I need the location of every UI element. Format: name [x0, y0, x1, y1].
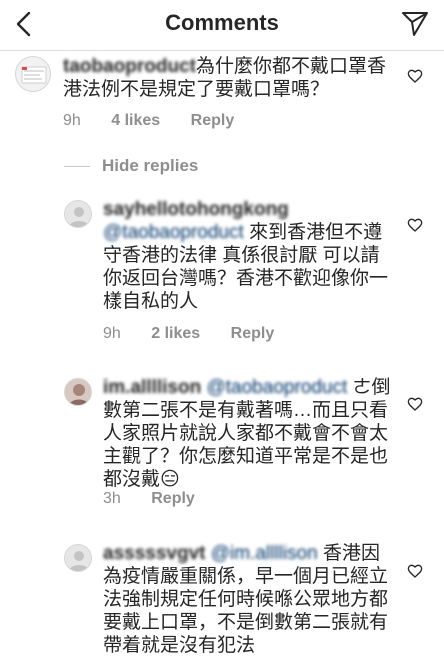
page-title: Comments [165, 10, 279, 35]
comment-meta: 9h 4 likes Reply [63, 112, 260, 130]
reply-username[interactable]: im.allllison [103, 377, 201, 398]
reply-username[interactable]: sayhellotohongkong [103, 199, 289, 220]
likes-count[interactable]: 2 likes [151, 325, 200, 342]
divider-line [64, 166, 90, 168]
reply-text: im.allllison @taobaoproduct ㄜ倒數第二張不是有戴著嗎… [103, 376, 393, 491]
heart-outline-icon[interactable] [407, 396, 423, 412]
comment-username[interactable]: taobaoproduct [63, 56, 196, 77]
avatar[interactable] [15, 56, 51, 92]
hide-replies-button[interactable]: Hide replies [64, 156, 198, 176]
reply-button[interactable]: Reply [191, 112, 235, 129]
send-paper-plane-icon[interactable] [400, 9, 430, 39]
default-avatar-icon[interactable] [64, 200, 92, 228]
reply-time: 9h [103, 325, 121, 342]
reply-mention[interactable]: @taobaoproduct [206, 377, 347, 398]
reply-text: sayhellotohongkong @taobaoproduct 來到香港但不遵… [103, 198, 393, 313]
comment-time: 9h [63, 112, 81, 129]
comment-text: taobaoproduct為什麼你都不戴口罩香港法例不是規定了要戴口罩嗎？ [63, 55, 389, 101]
reply-mention[interactable]: @im.allllison [211, 543, 318, 564]
avatar[interactable] [64, 378, 92, 406]
reply-mention[interactable]: @taobaoproduct [103, 222, 244, 243]
reply-username[interactable]: asssssvgvt [103, 543, 205, 564]
default-avatar-icon[interactable] [64, 544, 92, 572]
heart-outline-icon[interactable] [407, 68, 423, 84]
reply-meta: 3h Reply [103, 490, 221, 508]
hide-replies-label: Hide replies [102, 156, 199, 175]
likes-count[interactable]: 4 likes [111, 112, 160, 129]
comments-header: Comments [0, 0, 444, 51]
reply-meta: 9h 2 likes Reply [103, 325, 300, 343]
reply-button[interactable]: Reply [231, 325, 275, 342]
heart-outline-icon[interactable] [407, 563, 423, 579]
reply-time: 3h [103, 490, 121, 507]
heart-outline-icon[interactable] [407, 217, 423, 233]
reply-button[interactable]: Reply [151, 490, 195, 507]
